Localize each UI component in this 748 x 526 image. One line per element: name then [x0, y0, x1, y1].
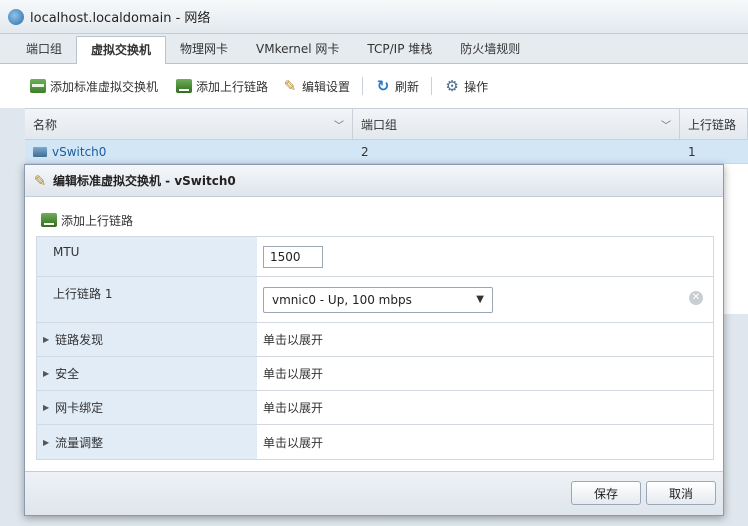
- title-bar: localhost.localdomain - 网络: [0, 0, 748, 34]
- edit-settings-button[interactable]: ✎ 编辑设置: [278, 75, 354, 97]
- toolbar-divider: [362, 77, 364, 95]
- table-header: 名称 ﹀ 端口组 ﹀ 上行链路: [25, 108, 748, 140]
- section-traffic-shaping[interactable]: ▶ 流量调整 单击以展开: [37, 425, 713, 459]
- remove-uplink-icon[interactable]: ✕: [689, 291, 703, 305]
- tab-vmkernel-nics[interactable]: VMkernel 网卡: [242, 34, 353, 63]
- cancel-button[interactable]: 取消: [646, 481, 716, 505]
- dialog-footer: 保存 取消: [25, 471, 723, 515]
- cell-port-groups: 2: [361, 144, 369, 159]
- gear-icon: ⚙: [445, 77, 459, 95]
- settings-form: MTU 1500 上行链路 1 vmnic0 - Up, 100 mbps ▼ …: [36, 236, 714, 460]
- section-nic-teaming[interactable]: ▶ 网卡绑定 单击以展开: [37, 391, 713, 425]
- mtu-row: MTU 1500: [37, 237, 713, 277]
- refresh-icon: ↻: [376, 77, 390, 95]
- dialog-add-uplink-label: 添加上行链路: [61, 213, 134, 228]
- dialog-add-uplink-button[interactable]: 添加上行链路: [25, 205, 723, 235]
- column-header-uplinks[interactable]: 上行链路: [680, 109, 748, 139]
- toolbar: 添加标准虚拟交换机 添加上行链路 ✎ 编辑设置 ↻ 刷新 ⚙ 操作: [0, 64, 748, 108]
- add-uplink-button[interactable]: 添加上行链路: [172, 75, 272, 97]
- expand-triangle-icon: ▶: [43, 369, 50, 378]
- section-security[interactable]: ▶ 安全 单击以展开: [37, 357, 713, 391]
- uplink-select[interactable]: vmnic0 - Up, 100 mbps ▼: [263, 286, 493, 313]
- add-standard-switch-button[interactable]: 添加标准虚拟交换机: [26, 75, 162, 97]
- tab-virtual-switches[interactable]: 虚拟交换机: [76, 36, 167, 67]
- chevron-down-icon[interactable]: ﹀: [661, 117, 671, 132]
- uplink-row: 上行链路 1 vmnic0 - Up, 100 mbps ▼ ✕: [37, 277, 713, 323]
- mtu-input[interactable]: 1500: [263, 245, 323, 268]
- section-link-discovery[interactable]: ▶ 链路发现 单击以展开: [37, 323, 713, 357]
- dropdown-arrow-icon: ▼: [476, 294, 484, 305]
- expand-triangle-icon: ▶: [43, 335, 50, 344]
- uplink-icon: [176, 79, 193, 93]
- cell-uplinks: 1: [688, 144, 696, 159]
- column-header-name[interactable]: 名称 ﹀: [25, 109, 353, 139]
- tab-port-groups[interactable]: 端口组: [12, 34, 76, 63]
- uplink-icon: [41, 213, 57, 227]
- add-standard-switch-label: 添加标准虚拟交换机: [50, 79, 159, 94]
- expand-triangle-icon: ▶: [43, 437, 50, 447]
- chevron-down-icon[interactable]: ﹀: [334, 117, 344, 132]
- tab-tcpip-stacks[interactable]: TCP/IP 堆栈: [353, 34, 446, 63]
- actions-label: 操作: [464, 79, 489, 94]
- table-row[interactable]: vSwitch0 2 1: [25, 140, 748, 164]
- host-logo-icon: [8, 8, 24, 25]
- expand-triangle-icon: ▶: [43, 403, 50, 412]
- edit-switch-dialog: ✎ 编辑标准虚拟交换机 - vSwitch0 添加上行链路 MTU 1500 上…: [24, 164, 724, 516]
- pencil-icon: ✎: [283, 77, 297, 95]
- edit-settings-label: 编辑设置: [302, 79, 351, 94]
- mtu-label: MTU: [37, 237, 257, 276]
- cell-name: vSwitch0: [25, 140, 353, 163]
- tab-firewall-rules[interactable]: 防火墙规则: [446, 34, 534, 63]
- uplink-label: 上行链路 1: [37, 277, 257, 322]
- dialog-header: ✎ 编辑标准虚拟交换机 - vSwitch0: [25, 165, 723, 197]
- uplink-selected-value: vmnic0 - Up, 100 mbps: [272, 292, 412, 307]
- tab-physical-nics[interactable]: 物理网卡: [166, 34, 242, 63]
- tab-bar: 端口组 虚拟交换机 物理网卡 VMkernel 网卡 TCP/IP 堆栈 防火墙…: [0, 34, 748, 67]
- actions-button[interactable]: ⚙ 操作: [440, 75, 492, 97]
- pencil-icon: ✎: [33, 171, 47, 190]
- add-uplink-label: 添加上行链路: [196, 79, 269, 94]
- switch-icon: [33, 146, 47, 157]
- column-header-port-groups[interactable]: 端口组 ﹀: [353, 109, 680, 139]
- switch-icon: [30, 79, 46, 93]
- dialog-title: 编辑标准虚拟交换机 - vSwitch0: [53, 174, 236, 188]
- window-title: localhost.localdomain - 网络: [30, 11, 211, 26]
- save-button[interactable]: 保存: [571, 481, 641, 505]
- refresh-label: 刷新: [395, 79, 420, 94]
- refresh-button[interactable]: ↻ 刷新: [371, 75, 423, 97]
- toolbar-divider: [431, 77, 433, 95]
